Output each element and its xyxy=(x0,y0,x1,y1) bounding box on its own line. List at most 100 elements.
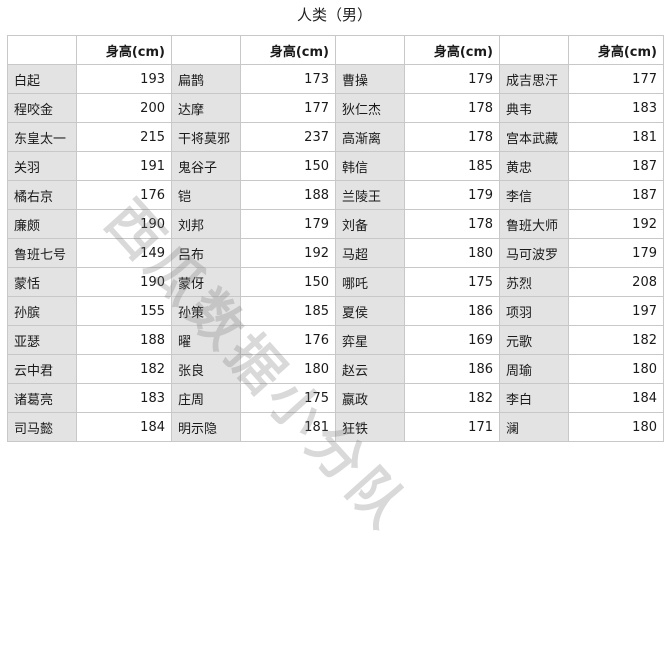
name-column-header xyxy=(171,35,241,65)
height-value-cell: 187 xyxy=(568,180,664,210)
hero-name-cell: 橘右京 xyxy=(7,180,77,210)
height-table: 身高(cm) 身高(cm) 身高(cm) 身高(cm) 白起 193 扁鹊 173 曹操… xyxy=(7,35,664,442)
hero-name-cell: 干将莫邪 xyxy=(171,122,241,152)
hero-name-cell: 狄仁杰 xyxy=(335,93,405,123)
hero-name-cell: 夏侯 xyxy=(335,296,405,326)
height-value-cell: 184 xyxy=(76,412,172,442)
table-row: 鲁班七号 149 吕布 192 马超 180 马可波罗 179 xyxy=(7,238,664,268)
hero-name-cell: 诸葛亮 xyxy=(7,383,77,413)
height-column-header: 身高(cm) xyxy=(404,35,500,65)
table-row: 关羽 191 鬼谷子 150 韩信 185 黄忠 187 xyxy=(7,151,664,181)
hero-name-cell: 李信 xyxy=(499,180,569,210)
height-value-cell: 178 xyxy=(404,209,500,239)
height-value-cell: 178 xyxy=(404,93,500,123)
name-column-header xyxy=(335,35,405,65)
height-value-cell: 180 xyxy=(404,238,500,268)
height-value-cell: 175 xyxy=(240,383,336,413)
hero-name-cell: 李白 xyxy=(499,383,569,413)
hero-name-cell: 哪吒 xyxy=(335,267,405,297)
height-value-cell: 176 xyxy=(240,325,336,355)
table-row: 孙膑 155 孙策 185 夏侯 186 项羽 197 xyxy=(7,296,664,326)
hero-name-cell: 吕布 xyxy=(171,238,241,268)
height-value-cell: 183 xyxy=(568,93,664,123)
height-value-cell: 179 xyxy=(568,238,664,268)
height-value-cell: 179 xyxy=(240,209,336,239)
hero-name-cell: 廉颇 xyxy=(7,209,77,239)
hero-name-cell: 刘邦 xyxy=(171,209,241,239)
table-row: 亚瑟 188 曜 176 弈星 169 元歌 182 xyxy=(7,325,664,355)
hero-name-cell: 马可波罗 xyxy=(499,238,569,268)
hero-name-cell: 韩信 xyxy=(335,151,405,181)
height-value-cell: 175 xyxy=(404,267,500,297)
height-value-cell: 183 xyxy=(76,383,172,413)
height-value-cell: 177 xyxy=(240,93,336,123)
height-value-cell: 193 xyxy=(76,64,172,94)
name-column-header xyxy=(7,35,77,65)
hero-name-cell: 周瑜 xyxy=(499,354,569,384)
hero-name-cell: 马超 xyxy=(335,238,405,268)
hero-name-cell: 宫本武藏 xyxy=(499,122,569,152)
hero-name-cell: 嬴政 xyxy=(335,383,405,413)
height-value-cell: 237 xyxy=(240,122,336,152)
table-header-row: 身高(cm) 身高(cm) 身高(cm) 身高(cm) xyxy=(7,35,664,65)
hero-name-cell: 鬼谷子 xyxy=(171,151,241,181)
height-column-header: 身高(cm) xyxy=(76,35,172,65)
table-row: 云中君 182 张良 180 赵云 186 周瑜 180 xyxy=(7,354,664,384)
hero-name-cell: 司马懿 xyxy=(7,412,77,442)
hero-name-cell: 庄周 xyxy=(171,383,241,413)
hero-name-cell: 黄忠 xyxy=(499,151,569,181)
height-value-cell: 171 xyxy=(404,412,500,442)
height-value-cell: 208 xyxy=(568,267,664,297)
height-value-cell: 192 xyxy=(240,238,336,268)
height-value-cell: 169 xyxy=(404,325,500,355)
hero-name-cell: 狂铁 xyxy=(335,412,405,442)
height-value-cell: 150 xyxy=(240,151,336,181)
hero-name-cell: 赵云 xyxy=(335,354,405,384)
hero-name-cell: 曜 xyxy=(171,325,241,355)
hero-name-cell: 曹操 xyxy=(335,64,405,94)
hero-name-cell: 鲁班大师 xyxy=(499,209,569,239)
height-value-cell: 181 xyxy=(568,122,664,152)
height-value-cell: 190 xyxy=(76,267,172,297)
hero-name-cell: 亚瑟 xyxy=(7,325,77,355)
hero-name-cell: 元歌 xyxy=(499,325,569,355)
height-value-cell: 177 xyxy=(568,64,664,94)
hero-name-cell: 关羽 xyxy=(7,151,77,181)
height-column-header: 身高(cm) xyxy=(240,35,336,65)
height-value-cell: 185 xyxy=(404,151,500,181)
hero-name-cell: 明示隐 xyxy=(171,412,241,442)
height-value-cell: 191 xyxy=(76,151,172,181)
height-value-cell: 180 xyxy=(568,412,664,442)
table-body: 白起 193 扁鹊 173 曹操 179 成吉思汗 177 程咬金 200 达摩 177 狄仁杰 178 典… xyxy=(7,64,664,442)
hero-name-cell: 苏烈 xyxy=(499,267,569,297)
height-value-cell: 179 xyxy=(404,64,500,94)
table-row: 橘右京 176 铠 188 兰陵王 179 李信 187 xyxy=(7,180,664,210)
height-value-cell: 176 xyxy=(76,180,172,210)
height-value-cell: 182 xyxy=(76,354,172,384)
table-row: 东皇太一 215 干将莫邪 237 高渐离 178 宫本武藏 181 xyxy=(7,122,664,152)
table-row: 廉颇 190 刘邦 179 刘备 178 鲁班大师 192 xyxy=(7,209,664,239)
hero-name-cell: 典韦 xyxy=(499,93,569,123)
table-row: 白起 193 扁鹊 173 曹操 179 成吉思汗 177 xyxy=(7,64,664,94)
height-value-cell: 182 xyxy=(568,325,664,355)
hero-name-cell: 张良 xyxy=(171,354,241,384)
height-value-cell: 186 xyxy=(404,354,500,384)
height-value-cell: 186 xyxy=(404,296,500,326)
hero-name-cell: 鲁班七号 xyxy=(7,238,77,268)
hero-name-cell: 白起 xyxy=(7,64,77,94)
height-value-cell: 184 xyxy=(568,383,664,413)
table-row: 程咬金 200 达摩 177 狄仁杰 178 典韦 183 xyxy=(7,93,664,123)
height-value-cell: 188 xyxy=(76,325,172,355)
table-row: 蒙恬 190 蒙伢 150 哪吒 175 苏烈 208 xyxy=(7,267,664,297)
hero-name-cell: 高渐离 xyxy=(335,122,405,152)
hero-name-cell: 蒙恬 xyxy=(7,267,77,297)
hero-name-cell: 东皇太一 xyxy=(7,122,77,152)
hero-name-cell: 扁鹊 xyxy=(171,64,241,94)
hero-name-cell: 铠 xyxy=(171,180,241,210)
height-value-cell: 173 xyxy=(240,64,336,94)
hero-name-cell: 蒙伢 xyxy=(171,267,241,297)
height-value-cell: 182 xyxy=(404,383,500,413)
height-value-cell: 150 xyxy=(240,267,336,297)
hero-name-cell: 程咬金 xyxy=(7,93,77,123)
table-row: 司马懿 184 明示隐 181 狂铁 171 澜 180 xyxy=(7,412,664,442)
